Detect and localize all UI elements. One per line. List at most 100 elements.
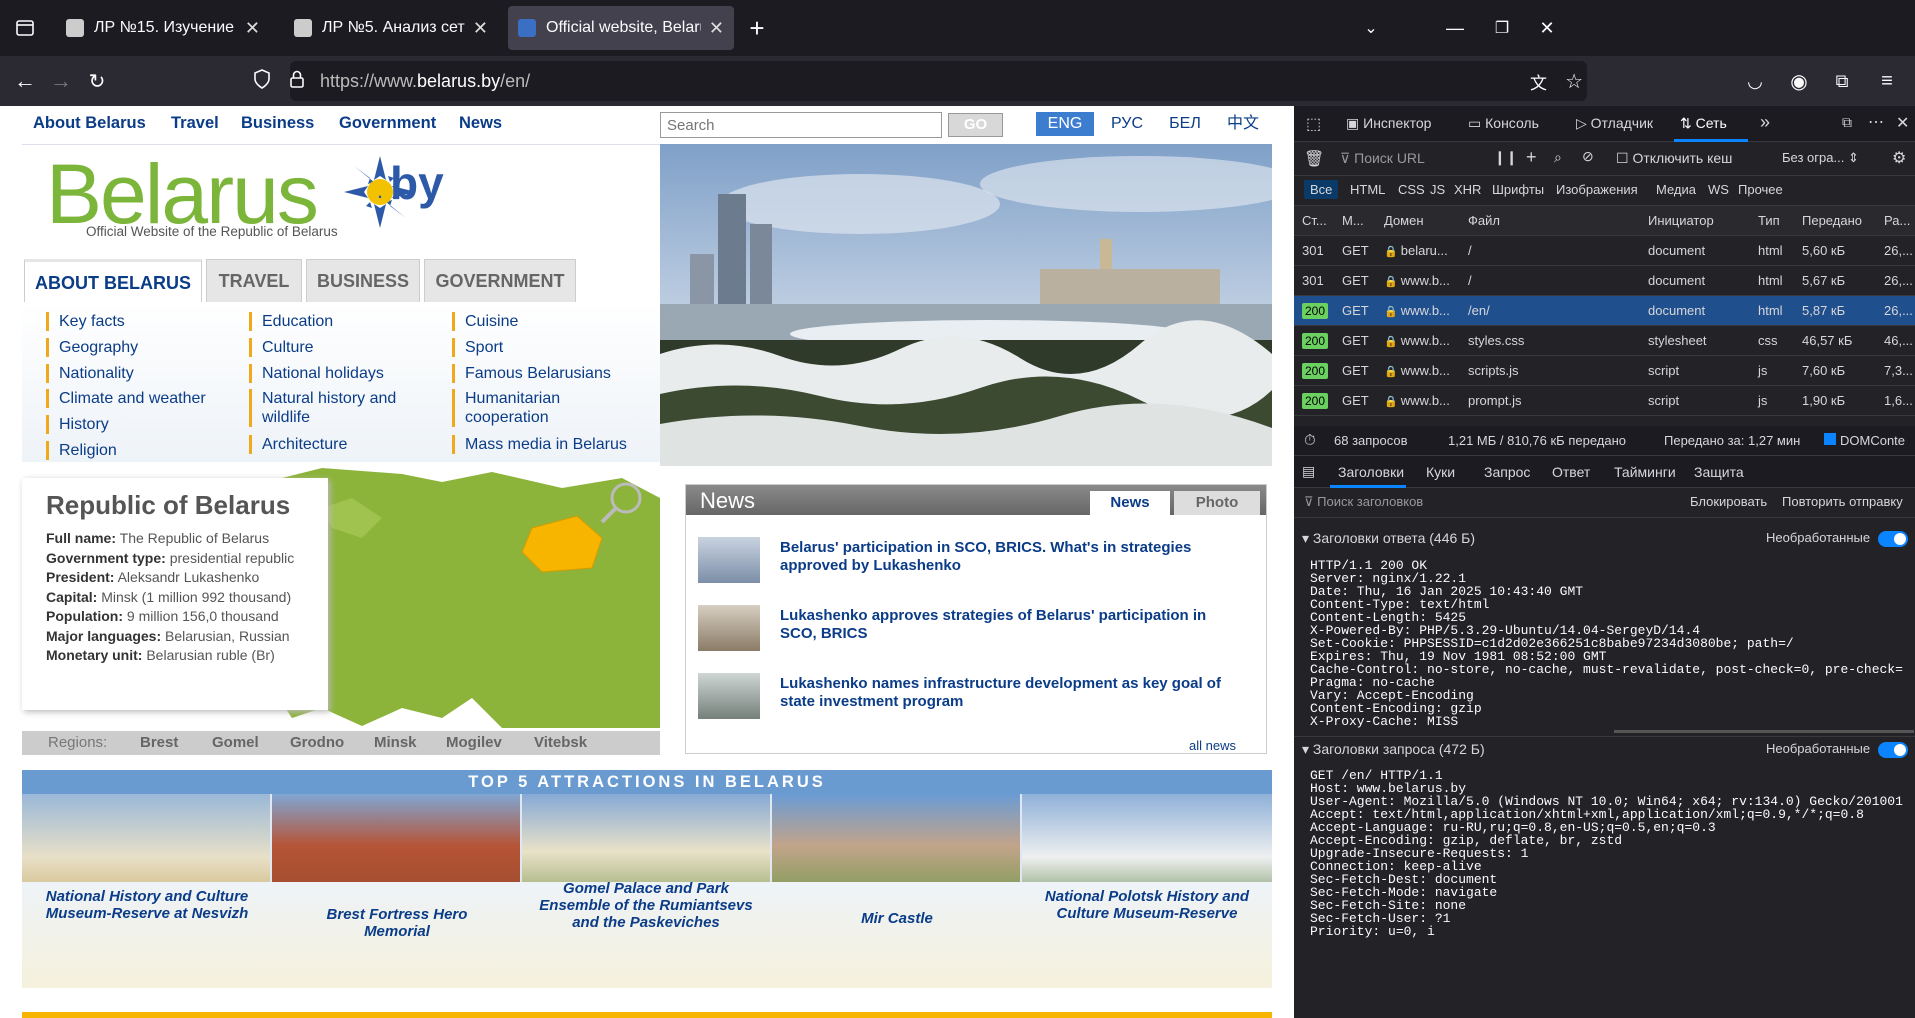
link-nationality[interactable]: Nationality xyxy=(46,364,134,383)
add-icon[interactable]: + xyxy=(1526,147,1537,168)
browser-tab-3[interactable]: Official website, Belarus | Belar ✕ xyxy=(508,6,734,50)
menu-icon[interactable]: ≡ xyxy=(1870,64,1904,98)
back-icon[interactable]: ← xyxy=(8,64,42,98)
col-domain[interactable]: Домен xyxy=(1384,213,1424,228)
close-tab-icon[interactable]: ✕ xyxy=(709,18,724,39)
disable-cache-checkbox[interactable]: ☐ Отключить кеш xyxy=(1616,150,1732,167)
tab-government[interactable]: GOVERNMENT xyxy=(424,259,576,302)
lock-icon[interactable] xyxy=(282,70,312,93)
headers-filter-input[interactable]: ⊽ Поиск заголовков xyxy=(1304,494,1423,510)
response-headers-section[interactable]: ▾ Заголовки ответа (446 Б) Необработанны… xyxy=(1294,526,1915,552)
dock-icon[interactable]: ⧉ xyxy=(1842,114,1852,131)
address-bar[interactable]: https://www. belarus.by/en/ 文 ☆ xyxy=(254,61,1587,101)
attraction-caption[interactable]: Brest Fortress Hero Memorial xyxy=(292,906,502,940)
request-row[interactable]: 200 GET 🔒 www.b... prompt.js script js 1,90 кБ… xyxy=(1294,386,1915,416)
search-input[interactable] xyxy=(660,112,942,138)
resend-button[interactable]: Повторить отправку xyxy=(1782,494,1903,509)
close-tab-icon[interactable]: ✕ xyxy=(473,18,488,39)
type-images[interactable]: Изображения xyxy=(1556,182,1638,197)
new-tab-icon[interactable]: + xyxy=(740,11,774,45)
link-humanitarian[interactable]: Humanitarian cooperation xyxy=(452,389,602,427)
link-natural-history[interactable]: Natural history and wildlife xyxy=(249,389,409,427)
forward-icon[interactable]: → xyxy=(44,64,78,98)
filter-url-input[interactable]: ⊽ Поиск URL xyxy=(1340,150,1425,167)
request-row[interactable]: 200 GET 🔒 www.b... styles.css stylesheet css 4… xyxy=(1294,326,1915,356)
tab-network[interactable]: ⇅ Сеть xyxy=(1680,115,1727,132)
reload-icon[interactable]: ↻ xyxy=(80,64,114,98)
lang-chinese[interactable]: 中文 xyxy=(1216,112,1270,136)
region-minsk[interactable]: Minsk xyxy=(374,731,417,755)
detail-tab-security[interactable]: Защита xyxy=(1694,464,1744,480)
region-brest[interactable]: Brest xyxy=(140,731,178,755)
settings-gear-icon[interactable]: ⚙ xyxy=(1892,148,1906,168)
account-icon[interactable]: ◉ xyxy=(1782,64,1816,98)
news-headline[interactable]: Belarus' participation in SCO, BRICS. Wh… xyxy=(780,539,1240,575)
nav-business[interactable]: Business xyxy=(241,114,314,133)
news-headline[interactable]: Lukashenko names infrastructure developm… xyxy=(780,675,1240,711)
tab-travel[interactable]: TRAVEL xyxy=(206,259,302,302)
attraction-caption[interactable]: Gomel Palace and Park Ensemble of the Ru… xyxy=(532,880,760,931)
pick-element-icon[interactable]: ⬚ xyxy=(1306,114,1321,134)
detail-tab-request[interactable]: Запрос xyxy=(1484,464,1530,480)
more-options-icon[interactable]: ⋯ xyxy=(1868,112,1884,132)
link-cuisine[interactable]: Cuisine xyxy=(452,312,518,331)
news-headline[interactable]: Lukashenko approves strategies of Belaru… xyxy=(780,607,1240,643)
request-row[interactable]: 301 GET 🔒 belaru... / document html 5,60 кБ 26,… xyxy=(1294,236,1915,266)
detail-tab-headers[interactable]: Заголовки xyxy=(1338,464,1404,480)
request-row[interactable]: 200 GET 🔒 www.b... /en/document html 5,87 кБ 2… xyxy=(1294,296,1915,326)
attraction-caption[interactable]: National Polotsk History and Culture Mus… xyxy=(1042,888,1252,922)
browser-tab-1[interactable]: ЛР №15. Изучение процесса с ✕ xyxy=(56,6,270,50)
request-headers-section[interactable]: ▾ Заголовки запроса (472 Б) Необработанн… xyxy=(1294,736,1915,762)
translate-icon[interactable]: 文 xyxy=(1530,69,1547,94)
panel-toggle-icon[interactable]: ▤ xyxy=(1302,463,1315,480)
raw-toggle[interactable] xyxy=(1878,531,1908,547)
link-architecture[interactable]: Architecture xyxy=(249,435,347,454)
detail-tab-timings[interactable]: Тайминги xyxy=(1614,464,1676,480)
tab-console[interactable]: ▭ Консоль xyxy=(1468,115,1539,132)
nav-about-belarus[interactable]: About Belarus xyxy=(33,114,146,133)
window-close-icon[interactable]: ✕ xyxy=(1530,11,1564,45)
more-tabs-icon[interactable]: » xyxy=(1760,112,1770,133)
region-vitebsk[interactable]: Vitebsk xyxy=(534,731,587,755)
tab-list-icon[interactable] xyxy=(8,11,42,45)
type-html[interactable]: HTML xyxy=(1350,182,1385,197)
col-status[interactable]: Ст... xyxy=(1302,213,1327,228)
tab-business[interactable]: BUSINESS xyxy=(306,259,420,302)
col-method[interactable]: М... xyxy=(1342,213,1364,228)
go-button[interactable]: GO xyxy=(948,113,1003,137)
link-geography[interactable]: Geography xyxy=(46,338,138,357)
col-type[interactable]: Тип xyxy=(1758,213,1780,228)
link-history[interactable]: History xyxy=(46,415,109,434)
attraction-caption[interactable]: Mir Castle xyxy=(792,910,1002,927)
type-all[interactable]: Все xyxy=(1304,180,1339,199)
search-icon[interactable]: ⌕ xyxy=(1554,149,1562,166)
type-css[interactable]: CSS xyxy=(1398,182,1425,197)
detail-tab-cookies[interactable]: Куки xyxy=(1426,464,1455,480)
horizontal-scrollbar[interactable] xyxy=(1614,730,1914,733)
chevron-down-icon[interactable]: ⌄ xyxy=(1354,11,1388,45)
link-holidays[interactable]: National holidays xyxy=(249,364,384,383)
pause-icon[interactable]: ❙❙ xyxy=(1494,149,1517,166)
tab-debugger[interactable]: ▷ Отладчик xyxy=(1576,115,1653,132)
browser-tab-2[interactable]: ЛР №5. Анализ сетевого траф ✕ xyxy=(284,6,498,50)
news-item[interactable]: Lukashenko names infrastructure developm… xyxy=(698,673,1253,721)
close-tab-icon[interactable]: ✕ xyxy=(245,18,260,39)
block-icon[interactable]: ⊘ xyxy=(1582,148,1594,165)
lang-rus[interactable]: РУС xyxy=(1100,112,1154,136)
col-file[interactable]: Файл xyxy=(1468,213,1500,228)
nav-government[interactable]: Government xyxy=(339,114,436,133)
tab-about-belarus[interactable]: ABOUT BELARUS xyxy=(24,259,202,302)
link-famous[interactable]: Famous Belarusians xyxy=(452,364,611,383)
block-button[interactable]: Блокировать xyxy=(1690,494,1767,509)
link-religion[interactable]: Religion xyxy=(46,441,117,460)
news-tab-news[interactable]: News xyxy=(1090,491,1170,515)
attraction-caption[interactable]: National History and Culture Museum-Rese… xyxy=(32,888,262,922)
news-tab-photo[interactable]: Photo xyxy=(1174,491,1260,515)
col-initiator[interactable]: Инициатор xyxy=(1648,213,1714,228)
type-fonts[interactable]: Шрифты xyxy=(1492,182,1544,197)
nav-news[interactable]: News xyxy=(459,114,502,133)
type-ws[interactable]: WS xyxy=(1708,182,1729,197)
trash-icon[interactable]: 🗑 xyxy=(1304,149,1324,169)
close-devtools-icon[interactable]: ✕ xyxy=(1896,113,1909,133)
extensions-icon[interactable]: ⧉ xyxy=(1825,64,1859,98)
